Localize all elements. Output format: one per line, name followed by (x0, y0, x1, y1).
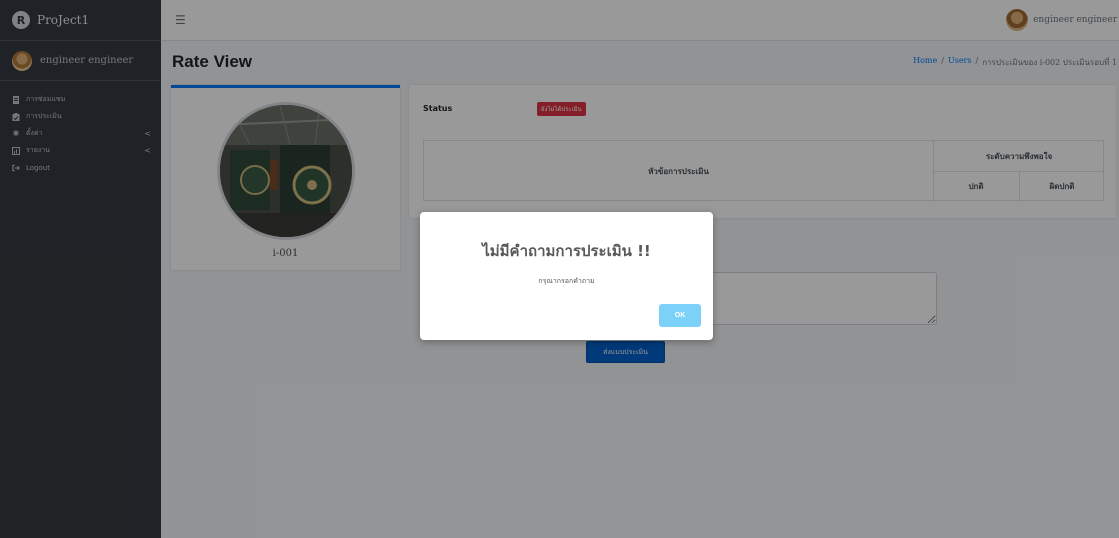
ok-button[interactable]: OK (659, 304, 701, 327)
modal-title: ไม่มีคำถามการประเมิน !! (482, 242, 651, 260)
alert-modal: ไม่มีคำถามการประเมิน !! กรุณากรอกคำถาม O… (420, 212, 713, 340)
modal-text: กรุณากรอกคำถาม (538, 277, 595, 285)
